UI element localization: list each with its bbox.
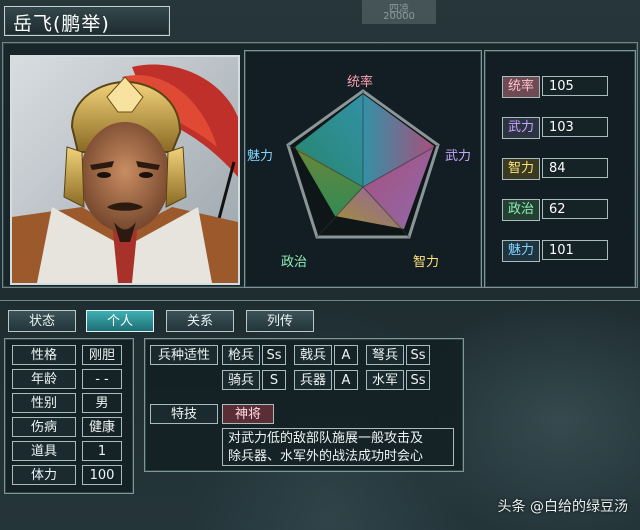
skill-description: 对武力低的敌部队施展一般攻击及 除兵器、水军外的战法成功时会心 <box>222 428 454 466</box>
officer-portrait <box>10 55 240 285</box>
troop-label-cavalry: 骑兵 <box>222 370 260 390</box>
stat-label-politics: 政治 <box>502 199 540 221</box>
troop-label-halberd: 戟兵 <box>294 345 332 365</box>
personal-value-gender: 男 <box>82 393 122 413</box>
ability-radar-panel: 统率 武力 智力 政治 魅力 <box>244 50 482 288</box>
radar-label-war: 武力 <box>445 149 472 164</box>
personal-label-gender: 性别 <box>12 393 76 413</box>
stat-label-command: 统率 <box>502 76 540 98</box>
troop-grade-halberd: A <box>334 345 358 365</box>
radar-label-politics: 政治 <box>281 255 308 270</box>
stat-label-war: 武力 <box>502 117 540 139</box>
troop-label-navy: 水军 <box>366 370 404 390</box>
faded-top-label: 四凉 20000 <box>362 0 436 24</box>
personal-label-age: 年龄 <box>12 369 76 389</box>
troop-label-crossbow: 弩兵 <box>366 345 404 365</box>
radar-label-command: 统率 <box>347 75 374 90</box>
personal-label-items: 道具 <box>12 441 76 461</box>
troop-label-spear: 枪兵 <box>222 345 260 365</box>
skill-description-line-2: 除兵器、水军外的战法成功时会心 <box>228 449 424 464</box>
personal-value-items: 1 <box>82 441 122 461</box>
stat-label-charm: 魅力 <box>502 240 540 262</box>
tab-personal[interactable]: 个人 <box>86 310 154 332</box>
stat-value-politics: 62 <box>542 199 608 219</box>
personal-value-age: - - <box>82 369 122 389</box>
tab-biography[interactable]: 列传 <box>246 310 314 332</box>
skill-name[interactable]: 神将 <box>222 404 274 424</box>
personal-label-personality: 性格 <box>12 345 76 365</box>
skill-description-line-1: 对武力低的敌部队施展一般攻击及 <box>228 431 424 446</box>
tab-status[interactable]: 状态 <box>8 310 76 332</box>
stat-value-command: 105 <box>542 76 608 96</box>
troop-grade-cavalry: S <box>262 370 286 390</box>
watermark: 头条 @白给的绿豆汤 <box>497 499 628 515</box>
portrait-image <box>12 57 238 283</box>
tab-divider <box>0 300 640 301</box>
troop-label-siege: 兵器 <box>294 370 332 390</box>
troop-grade-navy: Ss <box>406 370 430 390</box>
troop-grade-crossbow: Ss <box>406 345 430 365</box>
personal-label-stamina: 体力 <box>12 465 76 485</box>
officer-name-box: 岳飞(鹏举) <box>4 6 170 36</box>
skill-title: 特技 <box>150 404 218 424</box>
personal-value-personality: 刚胆 <box>82 345 122 365</box>
troop-aptitude-title: 兵种适性 <box>150 345 218 365</box>
troop-grade-siege: A <box>334 370 358 390</box>
stat-value-intelligence: 84 <box>542 158 608 178</box>
stat-label-intelligence: 智力 <box>502 158 540 180</box>
radar-label-charm: 魅力 <box>247 149 274 164</box>
faded-top-text-2: 20000 <box>383 11 415 22</box>
personal-value-injury: 健康 <box>82 417 122 437</box>
personal-label-injury: 伤病 <box>12 417 76 437</box>
stat-value-war: 103 <box>542 117 608 137</box>
tab-relations[interactable]: 关系 <box>166 310 234 332</box>
personal-value-stamina: 100 <box>82 465 122 485</box>
troop-grade-spear: Ss <box>262 345 286 365</box>
officer-name: 岳飞(鹏举) <box>13 13 110 35</box>
radar-label-intelligence: 智力 <box>413 255 440 270</box>
stat-value-charm: 101 <box>542 240 608 260</box>
